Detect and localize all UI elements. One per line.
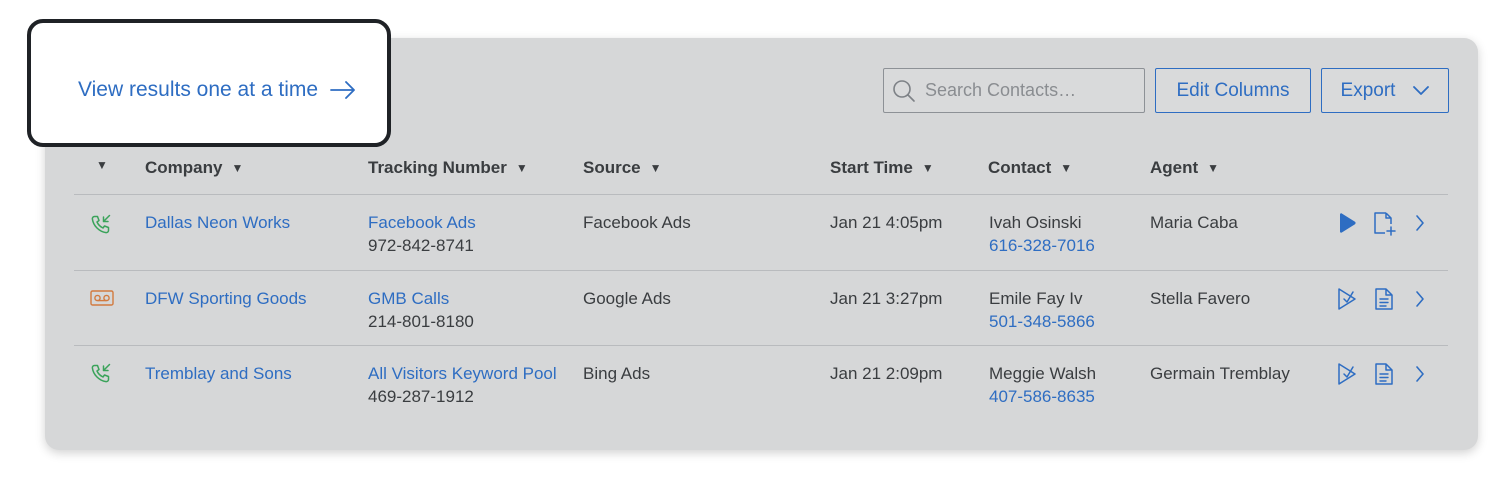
- caret-down-icon: ▼: [1207, 161, 1220, 175]
- contact-phone-link[interactable]: 616-328-7016: [989, 234, 1095, 257]
- contact-phone-link[interactable]: 407-586-8635: [989, 385, 1095, 408]
- play-icon[interactable]: [1336, 212, 1358, 234]
- arrow-right-icon: [330, 81, 355, 99]
- search-icon: [893, 79, 915, 102]
- caret-down-icon: ▼: [96, 158, 108, 172]
- table-row[interactable]: Tremblay and Sons All Visitors Keyword P…: [0, 346, 1504, 420]
- column-label: Start Time: [830, 158, 913, 177]
- company-link[interactable]: Tremblay and Sons: [145, 362, 292, 385]
- note-icon[interactable]: [1373, 287, 1395, 311]
- table-row[interactable]: Dallas Neon Works Facebook Ads 972-842-8…: [0, 195, 1504, 269]
- contact-name: Ivah Osinski: [989, 213, 1082, 232]
- company-link[interactable]: DFW Sporting Goods: [145, 287, 307, 310]
- chevron-right-icon[interactable]: [1414, 214, 1426, 232]
- tracking-number: 469-287-1912: [368, 387, 474, 406]
- tracking-source-link[interactable]: Facebook Ads: [368, 211, 476, 234]
- start-time: Jan 21 4:05pm: [830, 213, 943, 232]
- search-input[interactable]: [925, 80, 1125, 101]
- column-header-agent[interactable]: Agent ▼: [1150, 158, 1219, 178]
- source: Facebook Ads: [583, 213, 691, 232]
- contact-name: Meggie Walsh: [989, 364, 1097, 383]
- table-row[interactable]: DFW Sporting Goods GMB Calls 214-801-818…: [0, 271, 1504, 345]
- column-header-source[interactable]: Source ▼: [583, 158, 662, 178]
- agent: Stella Favero: [1150, 289, 1251, 308]
- agent: Maria Caba: [1150, 213, 1238, 232]
- voicemail-icon: [90, 290, 114, 306]
- column-header-tracking-number[interactable]: Tracking Number ▼: [368, 158, 528, 178]
- note-icon[interactable]: [1373, 362, 1395, 386]
- sort-type-column[interactable]: ▼: [96, 158, 108, 172]
- caret-down-icon: ▼: [231, 161, 244, 175]
- chevron-right-icon[interactable]: [1414, 365, 1426, 383]
- agent: Germain Tremblay: [1150, 364, 1290, 383]
- column-label: Tracking Number: [368, 158, 507, 177]
- source: Google Ads: [583, 289, 671, 308]
- scored-icon[interactable]: [1336, 287, 1358, 311]
- tracking-number: 214-801-8180: [368, 312, 474, 331]
- add-note-icon[interactable]: [1372, 211, 1396, 237]
- company-link[interactable]: Dallas Neon Works: [145, 211, 290, 234]
- start-time: Jan 21 2:09pm: [830, 364, 943, 383]
- scored-icon[interactable]: [1336, 362, 1358, 386]
- column-label: Contact: [988, 158, 1052, 177]
- search-contacts-field[interactable]: [883, 68, 1145, 113]
- tracking-number: 972-842-8741: [368, 236, 474, 255]
- view-one-at-a-time-link[interactable]: View results one at a time: [78, 78, 356, 102]
- tracking-source-link[interactable]: GMB Calls: [368, 287, 449, 310]
- contact-name: Emile Fay Iv: [989, 289, 1083, 308]
- column-header-company[interactable]: Company ▼: [145, 158, 243, 178]
- contact-phone-link[interactable]: 501-348-5866: [989, 310, 1095, 333]
- column-label: Source: [583, 158, 641, 177]
- caret-down-icon: ▼: [515, 161, 528, 175]
- column-header-contact[interactable]: Contact ▼: [988, 158, 1072, 178]
- edit-columns-button[interactable]: Edit Columns: [1155, 68, 1311, 113]
- tracking-source-link[interactable]: All Visitors Keyword Pool: [368, 362, 557, 385]
- chevron-down-icon: [1413, 85, 1430, 95]
- caret-down-icon: ▼: [921, 161, 934, 175]
- caret-down-icon: ▼: [1060, 161, 1073, 175]
- chevron-right-icon[interactable]: [1414, 290, 1426, 308]
- start-time: Jan 21 3:27pm: [830, 289, 943, 308]
- callout-label: View results one at a time: [78, 78, 319, 101]
- source: Bing Ads: [583, 364, 651, 383]
- view-one-at-a-time-callout: View results one at a time: [27, 19, 391, 147]
- export-label: Export: [1340, 79, 1396, 101]
- column-header-start-time[interactable]: Start Time ▼: [830, 158, 934, 178]
- column-label: Company: [145, 158, 223, 177]
- caret-down-icon: ▼: [649, 161, 662, 175]
- edit-columns-label: Edit Columns: [1176, 79, 1290, 101]
- column-label: Agent: [1150, 158, 1199, 177]
- export-button[interactable]: Export: [1321, 68, 1449, 113]
- incoming-call-icon: [91, 363, 111, 383]
- incoming-call-icon: [91, 214, 111, 234]
- table-header: ▼ Company ▼ Tracking Number ▼ Source ▼ S…: [0, 158, 1504, 182]
